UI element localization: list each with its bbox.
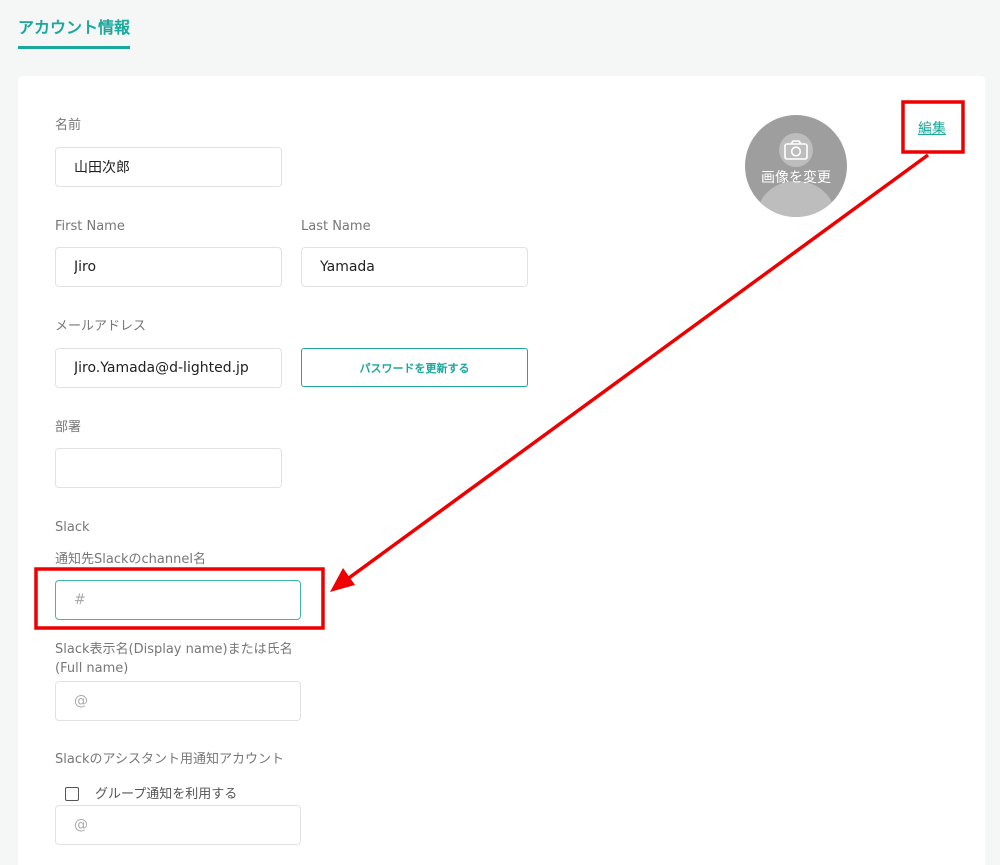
- email-input[interactable]: [55, 348, 282, 388]
- name-label: 名前: [55, 118, 82, 133]
- slack-channel-input[interactable]: [55, 580, 301, 620]
- first-name-label: First Name: [55, 219, 125, 234]
- last-name-input[interactable]: [301, 247, 528, 287]
- group-notify-label: グループ通知を利用する: [95, 787, 238, 802]
- edit-link[interactable]: 編集: [918, 118, 946, 138]
- avatar[interactable]: 画像を変更: [745, 115, 847, 217]
- tab-account-info[interactable]: アカウント情報: [18, 14, 131, 49]
- group-notify-checkbox[interactable]: [65, 787, 79, 801]
- camera-icon: [784, 140, 808, 160]
- last-name-label: Last Name: [301, 219, 371, 234]
- slack-assistant-label: Slackのアシスタント用通知アカウント: [55, 752, 284, 767]
- slack-channel-label: 通知先Slackのchannel名: [55, 552, 206, 567]
- department-input[interactable]: [55, 448, 282, 488]
- name-input[interactable]: [55, 147, 282, 187]
- first-name-input[interactable]: [55, 247, 282, 287]
- slack-display-name-label: Slack表示名(Display name)または氏名(Full name): [55, 642, 293, 676]
- update-password-button[interactable]: パスワードを更新する: [301, 348, 528, 387]
- slack-assistant-input[interactable]: [55, 805, 301, 845]
- department-label: 部署: [55, 420, 82, 435]
- email-label: メールアドレス: [55, 319, 147, 334]
- change-image-label: 画像を変更: [761, 170, 831, 186]
- slack-section-label: Slack: [55, 520, 90, 535]
- slack-display-name-input[interactable]: [55, 681, 301, 721]
